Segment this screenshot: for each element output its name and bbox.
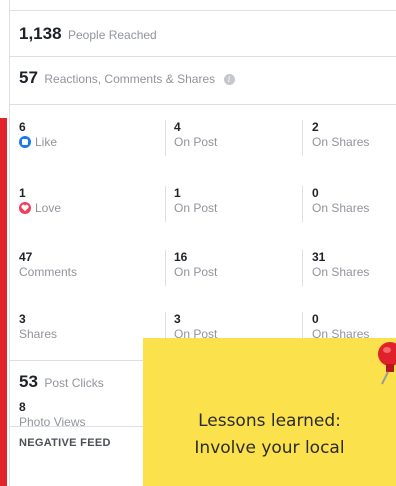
- post-clicks-metric: 53 Post Clicks: [19, 372, 104, 392]
- like-on-post-cell: 4 On Post: [165, 120, 217, 156]
- breakdown-row-love: 1 Love 1 On Post 0 On Shares: [10, 186, 396, 236]
- shares-cell: 3 Shares: [19, 312, 57, 342]
- love-icon: [19, 202, 31, 214]
- love-on-post-label: On Post: [174, 201, 218, 215]
- breakdown-row-comments: 47 Comments 16 On Post 31 On Shares: [10, 250, 396, 300]
- shares-label: Shares: [19, 327, 58, 341]
- comments-on-post-cell: 16 On Post: [165, 250, 217, 286]
- love-count: 1: [19, 186, 26, 200]
- like-on-shares-label: On Shares: [312, 135, 370, 149]
- shares-on-post-value: 3: [174, 312, 181, 326]
- push-pin-icon: [378, 342, 396, 385]
- post-clicks-label: Post Clicks: [44, 376, 104, 390]
- reactions-value: 57: [19, 68, 38, 87]
- love-on-shares-value: 0: [312, 186, 319, 200]
- red-accent-stripe: [0, 118, 7, 486]
- like-on-shares-cell: 2 On Shares: [302, 120, 369, 156]
- comments-on-shares-value: 31: [312, 250, 326, 264]
- comments-on-shares-cell: 31 On Shares: [302, 250, 369, 286]
- like-on-shares-value: 2: [312, 120, 319, 134]
- like-icon: [19, 136, 31, 148]
- people-reached-metric: 1,138 People Reached: [19, 24, 157, 44]
- shares-on-shares-value: 0: [312, 312, 319, 326]
- love-on-post-value: 1: [174, 186, 181, 200]
- post-clicks-value: 53: [19, 372, 38, 391]
- note-line-1: Lessons learned:: [198, 411, 341, 431]
- comments-label: Comments: [19, 265, 78, 279]
- info-icon[interactable]: i: [223, 74, 235, 85]
- breakdown-row-like: 6 Like 4 On Post 2 On Shares: [10, 120, 396, 170]
- like-on-post-label: On Post: [174, 135, 218, 149]
- like-count: 6: [19, 120, 26, 134]
- reactions-metric: 57 Reactions, Comments & Shares i: [19, 68, 235, 88]
- like-on-post-value: 4: [174, 120, 181, 134]
- like-cell: 6 Like: [19, 120, 57, 150]
- sticky-note: Lessons learned: Involve your local: [143, 338, 396, 486]
- divider: [10, 56, 396, 57]
- people-reached-label: People Reached: [68, 28, 157, 42]
- people-reached-value: 1,138: [19, 24, 62, 43]
- note-line-2: Involve your local: [194, 438, 345, 458]
- love-on-shares-cell: 0 On Shares: [302, 186, 369, 222]
- comments-count: 47: [19, 250, 33, 264]
- love-cell: 1 Love: [19, 186, 61, 216]
- love-on-shares-label: On Shares: [312, 201, 370, 215]
- sticky-note-text: Lessons learned: Involve your local: [143, 408, 396, 462]
- photo-views-label: Photo Views: [19, 415, 86, 429]
- comments-on-post-label: On Post: [174, 265, 218, 279]
- love-label: Love: [35, 201, 62, 215]
- divider: [10, 104, 396, 105]
- top-divider: [10, 10, 396, 11]
- photo-views-value: 8: [19, 400, 26, 414]
- comments-cell: 47 Comments: [19, 250, 77, 280]
- comments-on-post-value: 16: [174, 250, 188, 264]
- like-label: Like: [35, 135, 58, 149]
- reactions-label: Reactions, Comments & Shares: [44, 72, 216, 86]
- negative-feedback-heading: NEGATIVE FEED: [19, 437, 111, 449]
- shares-count: 3: [19, 312, 26, 326]
- love-on-post-cell: 1 On Post: [165, 186, 217, 222]
- comments-on-shares-label: On Shares: [312, 265, 370, 279]
